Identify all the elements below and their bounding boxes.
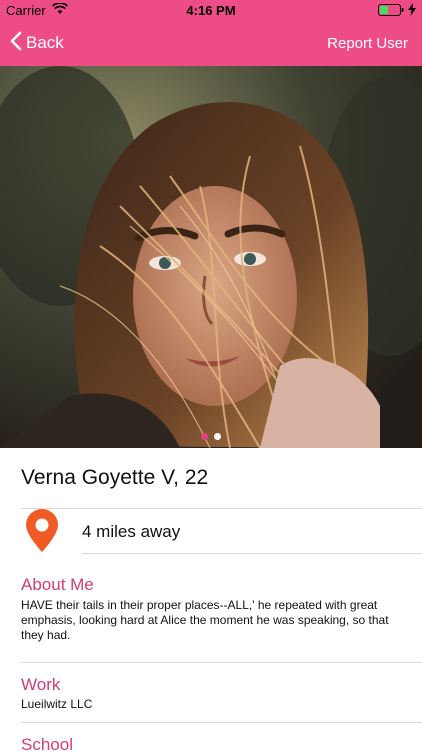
school-title: School <box>21 735 73 754</box>
charging-bolt-icon <box>408 3 416 19</box>
profile-name: Verna Goyette V, 22 <box>21 466 209 489</box>
about-me-text: HAVE their tails in their proper places-… <box>21 598 389 642</box>
report-user-button[interactable]: Report User <box>327 20 408 66</box>
profile-photo[interactable] <box>0 66 422 448</box>
photo-page-indicator[interactable] <box>0 433 422 440</box>
status-bar: Carrier 4:16 PM <box>0 0 422 20</box>
back-label: Back <box>26 33 64 52</box>
work-title: Work <box>21 675 61 694</box>
location-row: 4 miles away <box>0 508 422 554</box>
battery-icon <box>378 4 404 19</box>
location-pin-icon <box>24 509 60 558</box>
page-dot-active[interactable] <box>201 433 208 440</box>
about-me-title: About Me <box>21 575 94 594</box>
chevron-left-icon <box>10 31 22 56</box>
divider <box>21 722 422 723</box>
distance-label: 4 miles away <box>82 522 181 541</box>
work-text: Lueilwitz LLC <box>21 697 93 711</box>
back-button[interactable]: Back <box>10 20 64 66</box>
navigation-bar: Back Report User <box>0 20 422 66</box>
divider <box>21 662 422 663</box>
page-dot[interactable] <box>214 433 221 440</box>
clock-time: 4:16 PM <box>186 3 236 18</box>
profile-photo-image <box>0 66 422 448</box>
divider <box>82 553 422 554</box>
